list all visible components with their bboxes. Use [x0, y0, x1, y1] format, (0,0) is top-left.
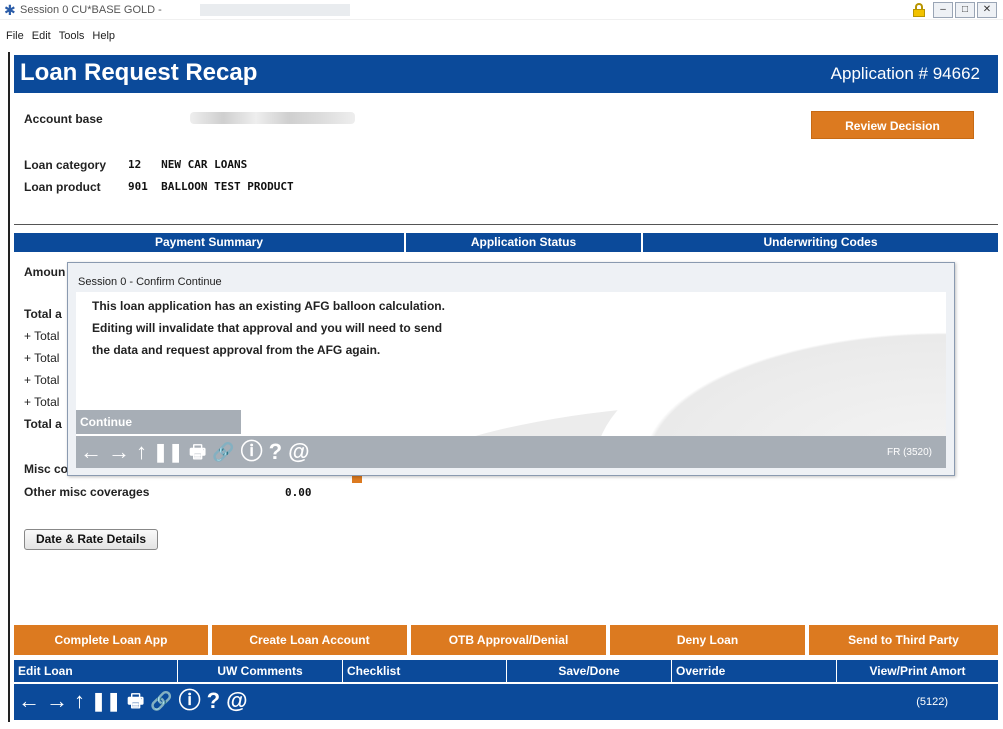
underwriting-codes-header: Underwriting Codes — [643, 233, 998, 252]
review-decision-button[interactable]: Review Decision — [811, 111, 974, 139]
minimize-button[interactable]: – — [933, 2, 953, 18]
menu-tools[interactable]: Tools — [59, 30, 85, 46]
menu-edit[interactable]: Edit — [32, 30, 51, 46]
email-icon[interactable]: @ — [226, 688, 247, 714]
create-loan-account-button[interactable]: Create Loan Account — [212, 625, 407, 655]
function-bar: Edit Loan UW Comments Checklist Save/Don… — [14, 660, 998, 682]
lock-icon — [913, 3, 925, 17]
pause-icon[interactable]: ❚❚ — [91, 688, 121, 714]
plus-total-label-2: + Total — [24, 351, 60, 365]
dialog-print-icon[interactable]: 🖶 — [189, 439, 206, 465]
send-to-third-party-button[interactable]: Send to Third Party — [809, 625, 998, 655]
view-print-amort-link[interactable]: View/Print Amort — [836, 660, 998, 682]
edit-loan-link[interactable]: Edit Loan — [14, 660, 177, 682]
screen-code: (5122) — [916, 696, 948, 708]
link-icon[interactable]: 🔗 — [150, 688, 172, 714]
application-status-header: Application Status — [406, 233, 641, 252]
other-misc-coverages-value: 0.00 — [285, 486, 312, 499]
print-icon[interactable]: 🖶 — [127, 688, 144, 714]
dialog-pause-icon[interactable]: ❚❚ — [153, 439, 183, 465]
dialog-screen-code: FR (3520) — [886, 447, 932, 458]
dialog-message-line-2: Editing will invalidate that approval an… — [92, 321, 443, 335]
app-logo-icon: ✱ — [4, 2, 16, 18]
dialog-info-icon[interactable]: ⓘ — [241, 439, 263, 465]
page-title: Loan Request Recap — [20, 59, 258, 86]
menu-bar: File Edit Tools Help — [0, 30, 115, 46]
complete-loan-app-button[interactable]: Complete Loan App — [14, 625, 208, 655]
left-border — [8, 52, 10, 722]
dialog-help-icon[interactable]: ? — [269, 439, 282, 465]
navigation-bar: ← → ↑ ❚❚ 🖶 🔗 ⓘ ? @ (5122) — [14, 684, 998, 720]
plus-total-label-4: + Total — [24, 395, 60, 409]
confirm-continue-dialog: Session 0 - Confirm Continue This loan a… — [67, 262, 955, 476]
misc-coverages-label: Misc co — [24, 462, 69, 476]
info-icon[interactable]: ⓘ — [179, 688, 201, 714]
uw-comments-link[interactable]: UW Comments — [177, 660, 342, 682]
page-header: Loan Request Recap Application # 94662 — [14, 55, 998, 93]
plus-total-label-3: + Total — [24, 373, 60, 387]
total-label-1: Total a — [24, 307, 62, 321]
dialog-navigation-bar: ← → ↑ ❚❚ 🖶 🔗 ⓘ ? @ FR (3520) — [76, 436, 946, 468]
plus-total-label-1: + Total — [24, 329, 60, 343]
dialog-title: Session 0 - Confirm Continue — [78, 276, 222, 288]
loan-product-value: 901 BALLOON TEST PRODUCT — [128, 180, 294, 193]
title-bar: ✱ Session 0 CU*BASE GOLD - – □ ✕ — [0, 0, 1003, 20]
dialog-message-line-1: This loan application has an existing AF… — [92, 299, 445, 313]
dialog-up-arrow-icon[interactable]: ↑ — [136, 439, 147, 465]
save-done-link[interactable]: Save/Done — [506, 660, 671, 682]
otb-approval-denial-button[interactable]: OTB Approval/Denial — [411, 625, 606, 655]
continue-button[interactable]: Continue — [76, 410, 241, 434]
window-title: Session 0 CU*BASE GOLD - — [20, 4, 162, 16]
window-controls: – □ ✕ — [913, 2, 997, 18]
loan-product-label: Loan product — [24, 180, 101, 194]
override-link[interactable]: Override — [671, 660, 836, 682]
dialog-link-icon[interactable]: 🔗 — [212, 439, 234, 465]
other-misc-coverages-label: Other misc coverages — [24, 485, 150, 499]
redacted-title — [200, 4, 350, 16]
total-label-2: Total a — [24, 417, 62, 431]
application-number: Application # 94662 — [830, 64, 980, 83]
back-arrow-icon[interactable]: ← — [18, 688, 40, 714]
deny-loan-button[interactable]: Deny Loan — [610, 625, 805, 655]
divider — [14, 224, 998, 225]
up-arrow-icon[interactable]: ↑ — [74, 688, 85, 714]
help-icon[interactable]: ? — [207, 688, 220, 714]
checklist-link[interactable]: Checklist — [342, 660, 506, 682]
date-rate-details-button[interactable]: Date & Rate Details — [24, 529, 158, 550]
amount-label: Amoun — [24, 265, 66, 279]
account-base-label: Account base — [24, 112, 103, 126]
payment-summary-header: Payment Summary — [14, 233, 404, 252]
loan-category-label: Loan category — [24, 158, 107, 172]
dialog-email-icon[interactable]: @ — [288, 439, 309, 465]
loan-category-value: 12 NEW CAR LOANS — [128, 158, 248, 171]
dialog-message-line-3: the data and request approval from the A… — [92, 343, 381, 357]
account-base-value-redacted — [190, 112, 355, 124]
dialog-back-arrow-icon[interactable]: ← — [80, 439, 102, 465]
dialog-forward-arrow-icon[interactable]: → — [108, 439, 130, 465]
menu-help[interactable]: Help — [92, 30, 115, 46]
close-button[interactable]: ✕ — [977, 2, 997, 18]
forward-arrow-icon[interactable]: → — [46, 688, 68, 714]
maximize-button[interactable]: □ — [955, 2, 975, 18]
menu-file[interactable]: File — [6, 30, 24, 46]
